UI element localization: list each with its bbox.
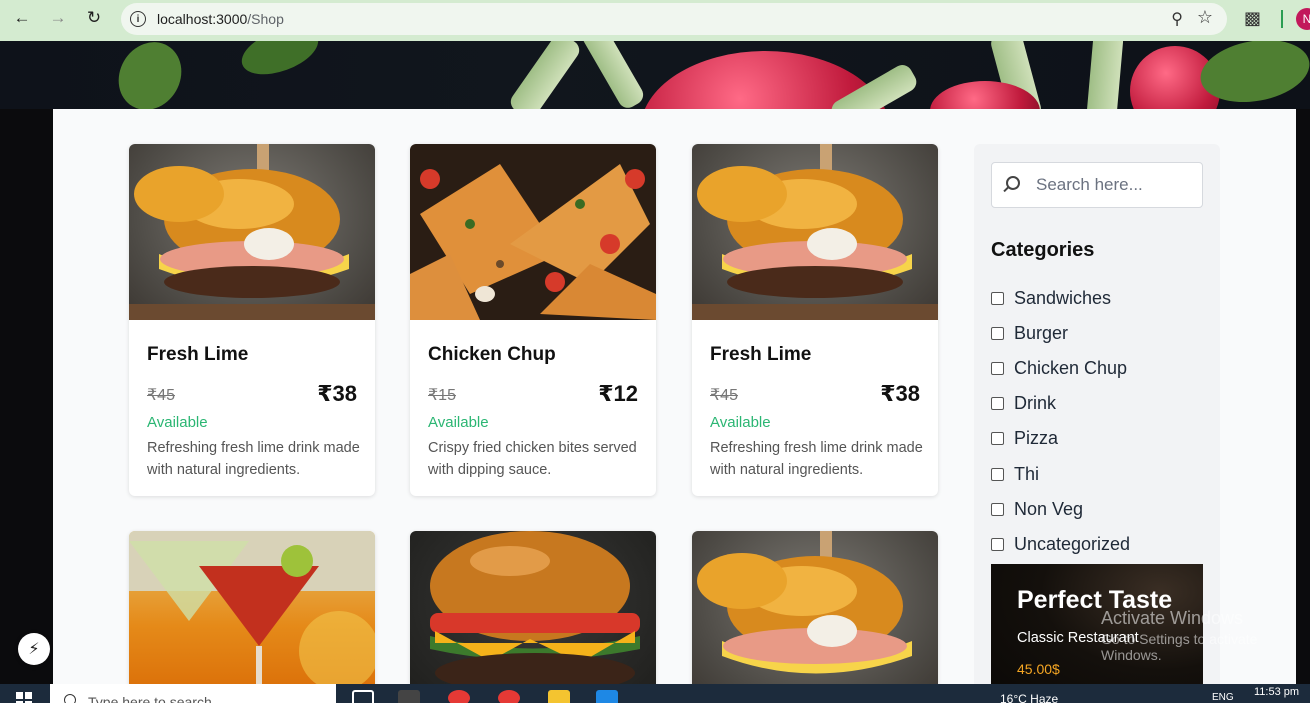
- product-description: Crispy fried chicken bites served with d…: [428, 440, 637, 478]
- product-image[interactable]: [129, 144, 375, 320]
- pizza-photo-icon: [410, 164, 656, 320]
- categories-heading: Categories: [991, 239, 1095, 261]
- product-card[interactable]: Fresh Lime ₹45 ₹38 Available Refreshing …: [129, 144, 375, 496]
- task-view-icon[interactable]: [352, 690, 374, 703]
- product-price: ₹38: [880, 381, 920, 406]
- category-non-veg[interactable]: Non Veg: [991, 499, 1083, 520]
- zoom-icon[interactable]: ⚲: [1171, 9, 1183, 29]
- category-label[interactable]: Pizza: [1014, 428, 1058, 449]
- watermark-subtitle: Go to Settings to activate Windows.: [1101, 631, 1258, 663]
- category-sandwiches[interactable]: Sandwiches: [991, 288, 1111, 309]
- language-indicator[interactable]: ENG: [1212, 692, 1234, 703]
- browser-toolbar: ← → ↻ i localhost:3000/Shop ⚲ ☆ ▩ N: [0, 0, 1310, 41]
- promo-price: 45.00$: [1017, 661, 1060, 677]
- terminal-icon[interactable]: [398, 690, 420, 703]
- category-checkbox[interactable]: [991, 503, 1004, 516]
- lightning-icon[interactable]: ⚡︎: [18, 633, 50, 665]
- burger-photo-icon: [430, 531, 640, 693]
- chrome-icon[interactable]: [448, 690, 470, 703]
- weather-text[interactable]: 16°C Haze: [1000, 692, 1058, 703]
- address-bar[interactable]: i localhost:3000/Shop ⚲ ☆: [121, 3, 1227, 35]
- cocktail-photo-icon: [129, 531, 375, 703]
- hero-banner: [0, 41, 1310, 109]
- category-label[interactable]: Uncategorized: [1014, 534, 1130, 555]
- category-uncategorized[interactable]: Uncategorized: [991, 534, 1130, 555]
- product-image[interactable]: [692, 531, 938, 703]
- product-title[interactable]: Fresh Lime: [710, 344, 811, 366]
- windows-start-icon[interactable]: [16, 692, 32, 703]
- category-checkbox[interactable]: [991, 292, 1004, 305]
- category-thi[interactable]: Thi: [991, 464, 1039, 485]
- category-drink[interactable]: Drink: [991, 393, 1056, 414]
- left-backdrop: [0, 109, 53, 703]
- windows-taskbar: Type here to search 16°C Haze ENG 11:53 …: [0, 684, 1310, 703]
- burger-photo-icon: [692, 144, 938, 320]
- forward-icon[interactable]: →: [46, 6, 70, 30]
- category-checkbox[interactable]: [991, 397, 1004, 410]
- product-card[interactable]: [692, 531, 938, 703]
- product-image[interactable]: [410, 531, 656, 703]
- url-host: localhost:3000: [157, 11, 248, 27]
- product-availability: Available: [710, 414, 771, 431]
- product-price: ₹12: [598, 381, 638, 406]
- product-card[interactable]: Fresh Lime ₹45 ₹38 Available Refreshing …: [692, 144, 938, 496]
- product-card[interactable]: Chicken Chup ₹15 ₹12 Available Crispy fr…: [410, 144, 656, 496]
- category-label[interactable]: Burger: [1014, 323, 1068, 344]
- watermark-title: Activate Windows: [1101, 608, 1244, 628]
- search-box[interactable]: [991, 162, 1203, 208]
- url-path: /Shop: [247, 11, 284, 27]
- product-image[interactable]: [692, 144, 938, 320]
- reload-icon[interactable]: ↻: [82, 6, 106, 30]
- back-icon[interactable]: ←: [10, 6, 34, 30]
- chrome-active-icon[interactable]: [498, 690, 520, 703]
- product-availability: Available: [428, 414, 489, 431]
- product-description: Refreshing fresh lime drink made with na…: [147, 440, 360, 478]
- file-explorer-icon[interactable]: [548, 690, 570, 703]
- product-old-price: ₹45: [147, 387, 175, 404]
- burger-photo-icon: [129, 144, 375, 320]
- product-image[interactable]: [410, 144, 656, 320]
- category-label[interactable]: Non Veg: [1014, 499, 1083, 520]
- product-price: ₹38: [317, 381, 357, 406]
- search-icon: [1006, 176, 1020, 190]
- category-checkbox[interactable]: [991, 432, 1004, 445]
- taskbar-search[interactable]: Type here to search: [50, 684, 336, 703]
- url-text[interactable]: localhost:3000/Shop: [157, 11, 284, 27]
- category-checkbox[interactable]: [991, 362, 1004, 375]
- category-burger[interactable]: Burger: [991, 323, 1068, 344]
- activate-windows-watermark: Activate Windows Go to Settings to activ…: [1101, 608, 1310, 663]
- product-description: Refreshing fresh lime drink made with na…: [710, 440, 923, 478]
- category-label[interactable]: Thi: [1014, 464, 1039, 485]
- burger-photo-icon: [697, 531, 912, 674]
- clock-text[interactable]: 11:53 pm: [1254, 686, 1299, 698]
- product-title[interactable]: Chicken Chup: [428, 344, 556, 366]
- site-info-icon[interactable]: i: [130, 11, 146, 27]
- extensions-icon[interactable]: ▩: [1244, 8, 1261, 29]
- category-chicken-chup[interactable]: Chicken Chup: [991, 358, 1127, 379]
- bookmark-star-icon[interactable]: ☆: [1197, 7, 1213, 28]
- product-availability: Available: [147, 414, 208, 431]
- product-old-price: ₹45: [710, 387, 738, 404]
- product-old-price: ₹15: [428, 387, 456, 404]
- category-checkbox[interactable]: [991, 327, 1004, 340]
- search-icon: [64, 694, 76, 703]
- product-card[interactable]: [410, 531, 656, 703]
- category-label[interactable]: Sandwiches: [1014, 288, 1111, 309]
- category-checkbox[interactable]: [991, 538, 1004, 551]
- toolbar-divider: [1281, 10, 1283, 28]
- category-pizza[interactable]: Pizza: [991, 428, 1058, 449]
- taskbar-search-text[interactable]: Type here to search: [88, 694, 212, 703]
- product-card[interactable]: [129, 531, 375, 703]
- vscode-icon[interactable]: [596, 690, 618, 703]
- category-checkbox[interactable]: [991, 468, 1004, 481]
- profile-avatar[interactable]: N: [1296, 8, 1310, 30]
- search-input[interactable]: [1036, 173, 1196, 197]
- product-title[interactable]: Fresh Lime: [147, 344, 248, 366]
- category-label[interactable]: Drink: [1014, 393, 1056, 414]
- category-label[interactable]: Chicken Chup: [1014, 358, 1127, 379]
- product-image[interactable]: [129, 531, 375, 703]
